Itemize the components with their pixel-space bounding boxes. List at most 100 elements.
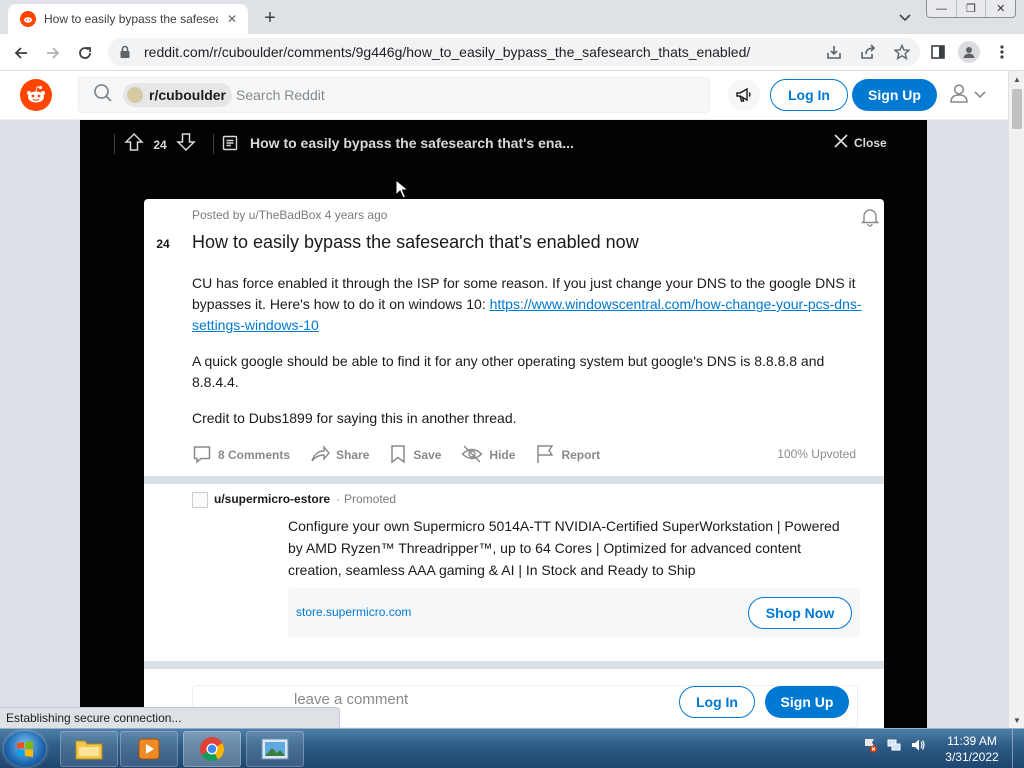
- promoted-label: Promoted: [344, 492, 397, 506]
- comment-bubble-icon: [192, 444, 212, 467]
- post-score: 24: [156, 237, 170, 251]
- tab-title: How to easily bypass the safesea: [44, 12, 218, 26]
- reddit-search-bar[interactable]: r/cuboulder: [78, 77, 710, 113]
- new-tab-icon[interactable]: +: [258, 6, 282, 30]
- post-paragraph: Credit to Dubs1899 for saying this in an…: [192, 410, 517, 426]
- search-icon: [93, 83, 113, 108]
- tab-close-icon[interactable]: ✕: [224, 11, 240, 27]
- report-button[interactable]: Report: [535, 444, 600, 467]
- section-divider: [144, 476, 884, 484]
- hide-label: Hide: [489, 448, 516, 462]
- overlay-post-title: How to easily bypass the safesearch that…: [250, 135, 574, 151]
- save-button[interactable]: Save: [389, 444, 441, 467]
- status-bubble: Establishing secure connection...: [0, 707, 340, 728]
- chrome-icon[interactable]: [183, 731, 241, 767]
- community-filter-chip[interactable]: r/cuboulder: [123, 83, 233, 107]
- system-tray: [862, 737, 926, 758]
- community-name: r/cuboulder: [149, 87, 227, 103]
- browser-tab[interactable]: How to easily bypass the safesea ✕: [8, 4, 248, 34]
- tab-search-chevron-icon[interactable]: [896, 8, 914, 28]
- post-text-icon: [222, 135, 240, 153]
- side-panel-icon[interactable]: [928, 42, 948, 62]
- hide-button[interactable]: Hide: [461, 444, 515, 467]
- community-avatar: [127, 87, 143, 103]
- action-center-flag-icon[interactable]: [862, 737, 878, 758]
- address-bar[interactable]: reddit.com/r/cuboulder/comments/9g446g/h…: [108, 38, 920, 66]
- advertise-megaphone-icon[interactable]: [728, 79, 760, 111]
- scrollbar-thumb[interactable]: [1012, 89, 1022, 129]
- search-input[interactable]: [236, 87, 637, 103]
- eye-slash-icon: [461, 444, 483, 467]
- overlay-vote-controls: 24: [124, 132, 196, 157]
- comment-prompt-text: leave a comment: [294, 691, 409, 708]
- overlay-top-bar: 24 How to easily bypass the safesearch t…: [80, 120, 927, 168]
- url-text: reddit.com/r/cuboulder/comments/9g446g/h…: [144, 44, 751, 60]
- close-button[interactable]: Close: [834, 134, 887, 151]
- profile-icon[interactable]: [958, 41, 980, 63]
- reddit-logo-icon[interactable]: [20, 79, 52, 111]
- scroll-down-arrow-icon[interactable]: ▼: [1009, 712, 1024, 728]
- upvote-ratio: 100% Upvoted: [777, 447, 856, 461]
- comments-label: 8 Comments: [218, 448, 291, 462]
- file-explorer-icon[interactable]: [60, 731, 118, 767]
- separator-dot: ·: [336, 492, 340, 506]
- reload-icon[interactable]: [72, 40, 98, 66]
- promoted-ad: u/supermicro-estore · Promoted Configure…: [144, 484, 884, 661]
- ad-text[interactable]: Configure your own Supermicro 5014A-TT N…: [288, 515, 848, 581]
- browser-menu-icon[interactable]: [992, 42, 1012, 62]
- ad-cta-box: store.supermicro.com Shop Now: [288, 588, 860, 638]
- post-card: 24 Posted by u/TheBadBox 4 years ago How…: [144, 199, 884, 476]
- share-button[interactable]: Share: [310, 444, 369, 467]
- header-login-button[interactable]: Log In: [770, 79, 848, 111]
- show-desktop-button[interactable]: [1012, 729, 1024, 768]
- share-label: Share: [336, 448, 370, 462]
- close-window-icon[interactable]: ✕: [985, 0, 1015, 17]
- clock-date: 3/31/2022: [945, 750, 999, 764]
- chevron-down-icon: [974, 86, 986, 104]
- post-paragraph: A quick google should be able to find it…: [192, 353, 825, 390]
- media-player-icon[interactable]: [120, 731, 178, 767]
- volume-speaker-icon[interactable]: [910, 737, 926, 758]
- overlay-score: 24: [153, 137, 167, 152]
- reddit-favicon-icon: [20, 11, 36, 27]
- close-label: Close: [854, 135, 887, 150]
- close-icon: [834, 134, 848, 151]
- windows-taskbar: 11:39 AM 3/31/2022: [0, 728, 1024, 768]
- notification-bell-icon[interactable]: [860, 207, 880, 227]
- restore-icon[interactable]: ❐: [955, 0, 986, 17]
- section-divider: [144, 661, 884, 669]
- user-icon: [948, 82, 970, 109]
- comments-button[interactable]: 8 Comments: [192, 444, 290, 467]
- comment-login-button[interactable]: Log In: [679, 686, 755, 718]
- lock-icon[interactable]: [118, 45, 132, 59]
- overlay-divider: [114, 134, 115, 154]
- report-label: Report: [561, 448, 601, 462]
- post-paragraph: CU has force enabled it through the ISP …: [192, 273, 868, 336]
- bookmark-star-icon[interactable]: [892, 42, 912, 62]
- start-button-windows-icon[interactable]: [4, 731, 46, 767]
- share-page-icon[interactable]: [858, 42, 878, 62]
- forward-arrow-icon[interactable]: [40, 40, 66, 66]
- flag-icon: [535, 444, 555, 467]
- advertiser-username[interactable]: u/supermicro-estore: [214, 492, 330, 506]
- page-scrollbar[interactable]: ▲ ▼: [1008, 71, 1024, 728]
- downvote-arrow-icon[interactable]: [176, 132, 196, 157]
- upvote-arrow-icon[interactable]: [124, 132, 144, 157]
- minimize-icon[interactable]: —: [927, 0, 956, 17]
- taskbar-clock[interactable]: 11:39 AM 3/31/2022: [940, 733, 1004, 765]
- post-title: How to easily bypass the safesearch that…: [192, 232, 639, 252]
- header-signup-button[interactable]: Sign Up: [852, 79, 937, 111]
- browser-tab-strip: How to easily bypass the safesea ✕ + — ❐…: [0, 0, 1024, 34]
- user-dropdown[interactable]: [948, 83, 990, 107]
- install-app-icon[interactable]: [824, 42, 844, 62]
- share-arrow-icon: [310, 444, 330, 467]
- photo-viewer-icon[interactable]: [246, 731, 304, 767]
- network-icon[interactable]: [886, 737, 902, 758]
- ad-domain-link[interactable]: store.supermicro.com: [296, 605, 411, 619]
- window-controls: — ❐ ✕: [926, 0, 1016, 18]
- post-action-bar: 8 Comments Share Save Hide Report 100% U…: [192, 443, 872, 467]
- back-arrow-icon[interactable]: [8, 40, 34, 66]
- shop-now-button[interactable]: Shop Now: [748, 597, 852, 629]
- scroll-up-arrow-icon[interactable]: ▲: [1009, 71, 1024, 87]
- comment-signup-button[interactable]: Sign Up: [765, 686, 849, 718]
